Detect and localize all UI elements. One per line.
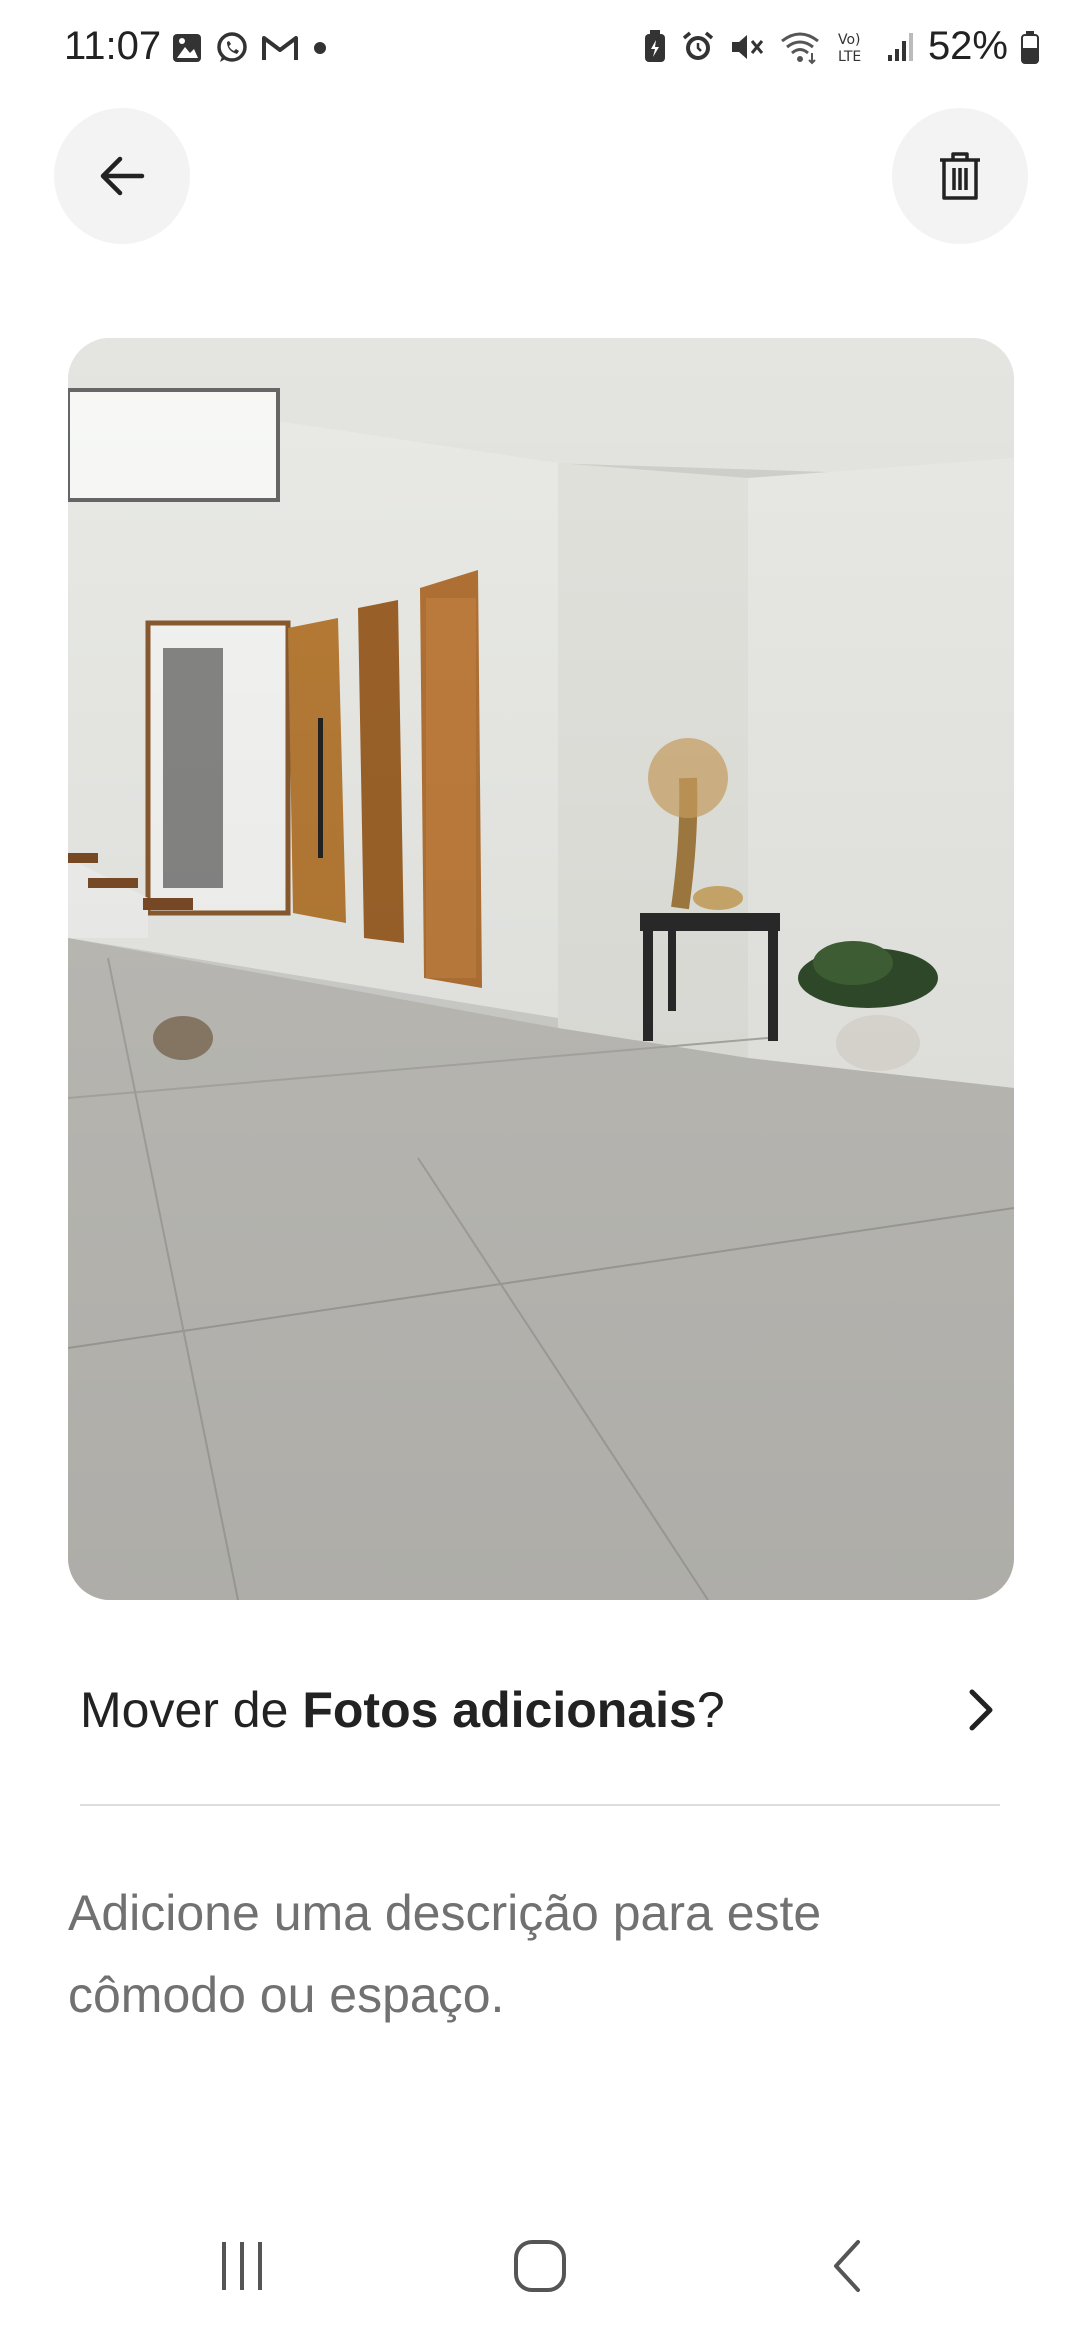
dot-icon bbox=[314, 42, 326, 54]
mute-icon bbox=[731, 34, 764, 59]
status-bar: 11:07 Vo) LTE 52% bbox=[0, 0, 1080, 100]
whatsapp-icon bbox=[217, 32, 247, 62]
system-nav-bar bbox=[0, 2200, 1080, 2340]
battery-icon bbox=[1021, 30, 1039, 64]
album-name: Fotos adicionais bbox=[302, 1682, 697, 1738]
divider bbox=[80, 1804, 1000, 1806]
gmail-icon bbox=[262, 36, 298, 60]
trash-icon bbox=[940, 152, 980, 200]
move-album-label: Mover de Fotos adicionais? bbox=[80, 1681, 725, 1739]
signal-icon bbox=[887, 32, 913, 61]
battery-percent: 52% bbox=[927, 24, 1008, 68]
move-prefix: Mover de bbox=[80, 1682, 303, 1738]
alarm-icon bbox=[682, 31, 714, 60]
battery-saver-icon bbox=[644, 29, 665, 62]
volte-icon: Vo) LTE bbox=[838, 32, 861, 65]
arrow-left-icon bbox=[100, 156, 145, 196]
chevron-right-icon bbox=[969, 1689, 993, 1731]
svg-text:LTE: LTE bbox=[838, 49, 861, 65]
room-photo[interactable] bbox=[68, 338, 1014, 1600]
move-suffix: ? bbox=[696, 1682, 725, 1738]
nav-back-icon[interactable] bbox=[818, 2236, 878, 2296]
move-album-row[interactable]: Mover de Fotos adicionais? bbox=[80, 1660, 1000, 1760]
gallery-icon bbox=[173, 34, 201, 62]
status-time: 11:07 bbox=[64, 24, 162, 68]
description-input[interactable]: Adicione uma descrição para este cômodo … bbox=[68, 1872, 968, 2036]
delete-photo-button[interactable] bbox=[892, 108, 1028, 244]
back-button[interactable] bbox=[54, 108, 190, 244]
system-status-icons: Vo) LTE 52% bbox=[642, 24, 1040, 69]
recents-icon[interactable] bbox=[212, 2236, 272, 2296]
svg-text:Vo): Vo) bbox=[838, 32, 861, 48]
home-icon[interactable] bbox=[510, 2236, 570, 2296]
notification-icons bbox=[170, 30, 330, 66]
wifi-icon bbox=[781, 32, 819, 64]
